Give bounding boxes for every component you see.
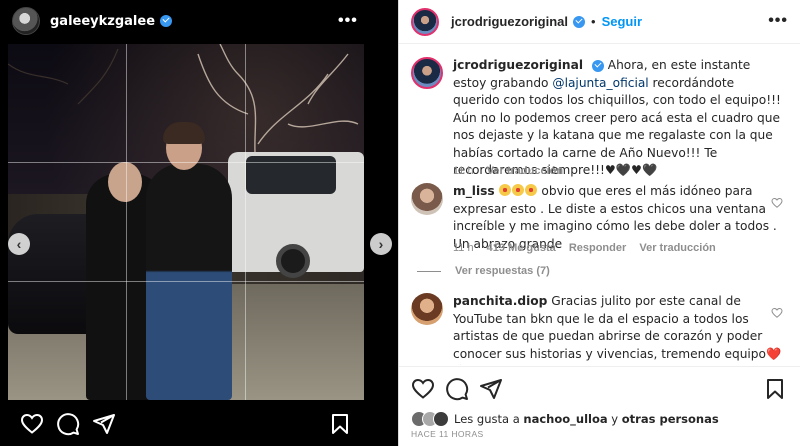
caption-translate-link[interactable]: Ver traducción <box>487 165 563 177</box>
translate-link[interactable]: Ver traducción <box>639 242 715 254</box>
caption-meta: 11 h Ver traducción <box>453 165 573 177</box>
caption-username[interactable]: jcrodriguezoriginal <box>453 58 583 72</box>
likes-middle: y <box>607 412 622 426</box>
comment-icon[interactable] <box>56 412 80 436</box>
comment-likes[interactable]: 419 Me gusta <box>487 242 556 254</box>
bookmark-icon[interactable] <box>328 412 352 436</box>
share-icon[interactable] <box>479 377 503 401</box>
post-photo[interactable] <box>8 44 364 400</box>
commenter-avatar[interactable] <box>411 293 443 325</box>
crop-grid-line <box>8 281 364 282</box>
comment-time: 11 h <box>453 242 474 254</box>
caption-text: jcrodriguezoriginal Ahora, en este insta… <box>453 57 783 180</box>
photo-person-right-hair <box>163 122 205 144</box>
view-replies-button[interactable]: Ver respuestas (7) <box>417 265 550 277</box>
comment-meta: 11 h 419 Me gusta Responder Ver traducci… <box>453 242 726 254</box>
more-options-icon[interactable]: ••• <box>338 12 358 32</box>
likes-summary: Les gusta a nachoo_ulloa y otras persona… <box>411 411 719 427</box>
reply-button[interactable]: Responder <box>569 242 626 254</box>
verified-badge-icon <box>160 15 173 27</box>
heart-icon[interactable] <box>411 377 435 401</box>
liker-avatar[interactable] <box>433 411 449 427</box>
likes-prefix: Les gusta a <box>454 412 524 426</box>
liker-username-link[interactable]: nachoo_ulloa <box>523 412 607 426</box>
post-header: jcrodriguezoriginal • Seguir ••• <box>399 0 800 44</box>
comment-username[interactable]: m_liss <box>453 184 495 198</box>
story-header: galeeykzgalee ••• <box>0 0 398 42</box>
commenter-avatar[interactable] <box>411 183 443 215</box>
photo-person-left-head <box>108 162 142 202</box>
author-avatar[interactable] <box>411 7 439 36</box>
story-username[interactable]: galeeykzgalee <box>50 14 155 29</box>
crop-grid-line <box>126 44 127 400</box>
photo-truck-wheel <box>276 244 310 278</box>
star-struck-emoji-icon <box>524 184 537 196</box>
verified-badge-icon <box>591 59 604 72</box>
verified-badge-icon <box>573 15 586 28</box>
follow-button[interactable]: Seguir <box>602 14 642 29</box>
share-icon[interactable] <box>92 412 116 436</box>
bookmark-icon[interactable] <box>763 377 787 401</box>
crop-grid-line <box>245 44 246 400</box>
author-avatar[interactable] <box>411 57 443 89</box>
comments-list: jcrodriguezoriginal Ahora, en este insta… <box>399 45 800 365</box>
star-struck-emoji-icon <box>511 184 524 196</box>
next-arrow-icon[interactable]: › <box>370 233 392 255</box>
crop-grid-line <box>8 162 364 163</box>
caption-mention-link[interactable]: @lajunta_oficial <box>552 76 648 90</box>
post-timestamp: HACE 11 HORAS <box>411 429 484 439</box>
comment-text: panchita.diop Gracias julito por este ca… <box>453 293 783 365</box>
previous-arrow-icon[interactable]: ‹ <box>8 233 30 255</box>
other-likers-link[interactable]: otras personas <box>622 412 719 426</box>
story-actions <box>0 408 398 440</box>
comment-like-heart-icon[interactable] <box>771 197 783 209</box>
separator-dot: • <box>591 14 596 29</box>
caption-time: 11 h <box>453 165 474 177</box>
comment-like-heart-icon[interactable] <box>771 307 783 319</box>
comment-username[interactable]: panchita.diop <box>453 294 547 308</box>
comments-panel: jcrodriguezoriginal • Seguir ••• jcrodri… <box>399 0 800 446</box>
story-panel: galeeykzgalee ••• ‹ › <box>0 0 398 446</box>
story-avatar[interactable] <box>12 7 40 35</box>
photo-person-right <box>146 164 232 400</box>
author-username[interactable]: jcrodriguezoriginal <box>451 14 568 29</box>
likes-text: Les gusta a nachoo_ulloa y otras persona… <box>454 412 719 426</box>
more-options-icon[interactable]: ••• <box>768 12 788 30</box>
heart-icon[interactable] <box>20 412 44 436</box>
star-struck-emoji-icon <box>498 184 511 196</box>
caption-body: recordándote querido con todos los chiqu… <box>453 75 781 178</box>
comment-icon[interactable] <box>445 377 469 401</box>
